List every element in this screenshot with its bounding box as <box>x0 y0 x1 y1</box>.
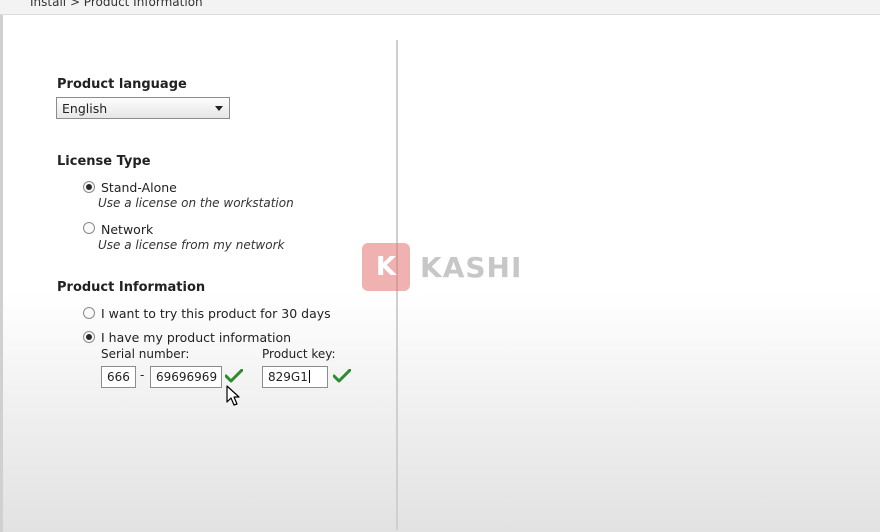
radio-network[interactable] <box>83 222 95 234</box>
stand-alone-description: Use a license on the workstation <box>98 196 294 210</box>
product-language-title: Product language <box>57 77 187 92</box>
product-language-value: English <box>62 101 108 116</box>
breadcrumb-bar: Install > Product Information <box>0 0 880 15</box>
product-key-value: 829G1 <box>268 370 308 384</box>
trial-label[interactable]: I want to try this product for 30 days <box>101 306 331 321</box>
radio-have-product-info[interactable] <box>83 331 95 343</box>
watermark-text: KASHI <box>420 250 523 284</box>
product-key-input[interactable]: 829G1 <box>262 366 328 388</box>
mouse-pointer-icon <box>226 385 240 406</box>
network-description: Use a license from my network <box>98 238 285 252</box>
checkmark-icon <box>333 369 351 383</box>
installer-page: Install > Product Information Product la… <box>0 0 880 532</box>
text-caret <box>308 370 310 383</box>
chevron-down-icon <box>215 106 223 111</box>
serial-number-label: Serial number: <box>101 347 190 361</box>
have-product-info-label[interactable]: I have my product information <box>101 330 291 345</box>
breadcrumb: Install > Product Information <box>30 0 203 9</box>
serial-prefix-input[interactable]: 666 <box>101 366 136 388</box>
license-type-title: License Type <box>57 154 151 169</box>
network-label[interactable]: Network <box>101 222 153 237</box>
serial-separator: - <box>140 368 145 382</box>
stand-alone-label[interactable]: Stand-Alone <box>101 180 177 195</box>
radio-stand-alone[interactable] <box>83 181 95 193</box>
watermark-logo: K <box>362 243 410 291</box>
product-key-label: Product key: <box>262 347 336 361</box>
kashi-watermark: K KASHI <box>362 242 522 292</box>
checkmark-icon <box>225 369 243 383</box>
product-language-select[interactable]: English <box>56 97 230 119</box>
window-left-edge <box>0 0 3 532</box>
serial-number-input[interactable]: 69696969 <box>150 366 222 388</box>
product-information-title: Product Information <box>57 280 206 295</box>
radio-trial[interactable] <box>83 307 95 319</box>
